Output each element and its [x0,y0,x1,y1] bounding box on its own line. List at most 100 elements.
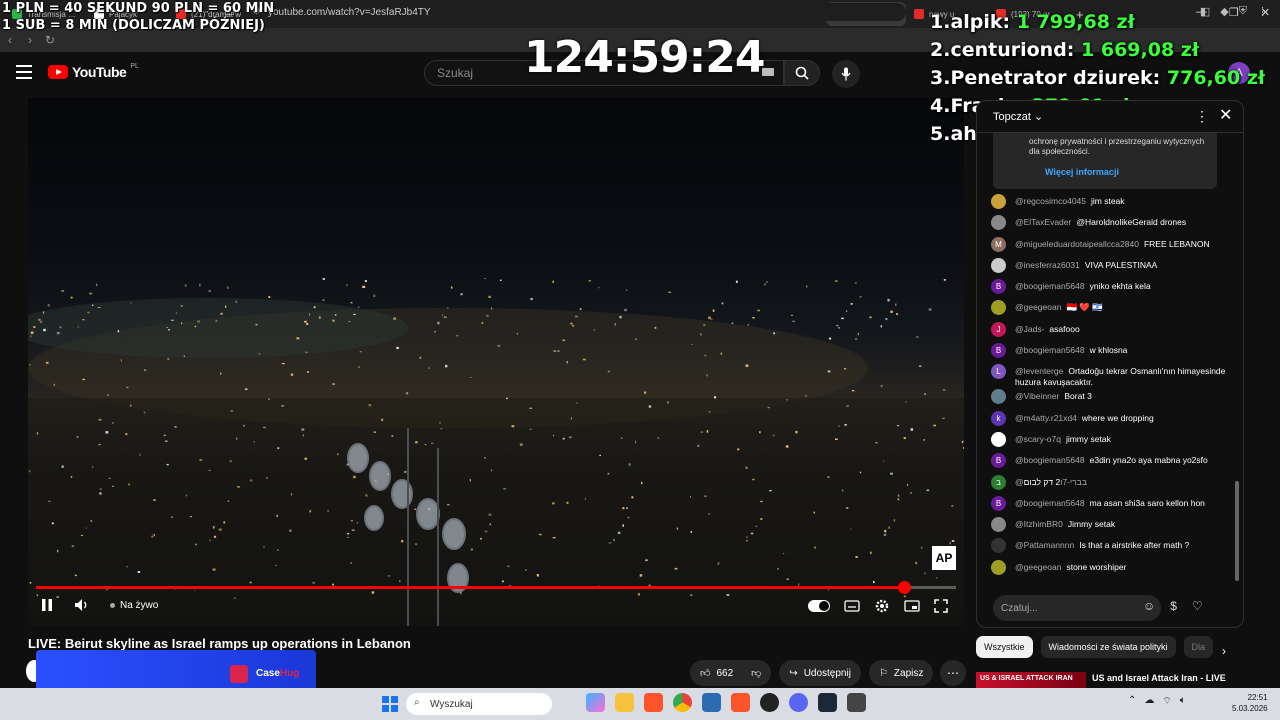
chat-author-avatar[interactable]: B [991,343,1006,359]
chat-author[interactable]: @ItzhimBR0 [1015,519,1063,529]
video-player[interactable]: AP Na żywo [28,98,964,626]
steam-icon[interactable] [818,693,837,712]
settings-gear-icon[interactable] [874,598,890,614]
speaker-icon[interactable]: 🔈︎ [1180,695,1186,708]
chat-message[interactable]: ב @בברי-7ו2 דק לבום [991,474,1231,495]
chat-author-avatar[interactable] [991,559,1006,575]
chat-author-avatar[interactable]: B [991,495,1006,511]
chat-author-avatar[interactable]: B [991,453,1006,469]
youtube-logo[interactable]: YouTube PL [48,63,139,80]
chat-author-avatar[interactable] [991,194,1006,209]
chat-author[interactable]: @scary-o7q [1015,434,1061,444]
thumbs-down-icon[interactable]: 👎︎ [751,667,761,679]
chat-message[interactable]: @geegeoan stone worshiper [991,559,1231,580]
chat-message[interactable]: @geegeoan 🇮🇩 ❤️ 🇮🇱 [991,299,1231,320]
chat-author-avatar[interactable]: B [991,279,1006,295]
volume-icon[interactable] [74,598,90,612]
chat-message[interactable]: J @Jads-asafooo [991,321,1231,342]
hamburger-menu-icon[interactable] [16,65,32,79]
chat-author-avatar[interactable] [991,300,1006,316]
voice-search-button[interactable] [832,60,860,88]
chat-author[interactable]: @boogieman5648 [1015,345,1085,355]
chat-author-avatar[interactable] [991,389,1006,405]
chat-author[interactable]: @regcosimco4045 [1015,196,1086,206]
more-options-icon[interactable]: ⋮ [1195,108,1209,125]
chevron-up-icon[interactable]: ⌃ [1128,695,1136,708]
brave-browser-icon[interactable] [731,693,750,712]
chat-author[interactable]: @boogieman5648 [1015,455,1085,465]
chat-author[interactable]: @ElTaxEvader [1015,217,1071,227]
chat-input[interactable]: Czatuj... [993,595,1161,621]
filter-chip[interactable]: Wiadomości ze świata polityki [1040,636,1176,658]
chat-message[interactable]: @regcosimco4045 jim steak [991,193,1231,214]
live-indicator[interactable]: Na żywo [110,600,158,611]
super-chat-icon[interactable]: $ [1170,599,1177,613]
recommendation-thumbnail[interactable]: US & ISRAEL ATTACK IRAN [976,672,1086,688]
autoplay-toggle[interactable] [808,600,830,612]
chat-message[interactable]: B @boogieman5648 ma asan shi3a saro kellon… [991,495,1231,516]
subtitles-icon[interactable] [844,600,860,612]
emoji-icon[interactable]: ☺ [1143,599,1155,613]
windows-start-icon[interactable] [382,696,398,712]
more-actions-button[interactable]: ⋯ [940,660,966,686]
chat-author-avatar[interactable] [991,215,1006,231]
search-button[interactable] [784,60,820,86]
chat-scrollbar[interactable] [1235,481,1239,581]
cloud-icon[interactable]: ☁ [1144,695,1154,708]
chat-message[interactable]: @scary-o7q jimmy setak [991,431,1231,452]
chevron-right-icon[interactable]: › [1222,644,1226,658]
chat-message[interactable]: @Vibeinner Borat 3 [991,388,1231,409]
chat-author-avatar[interactable]: L [991,364,1006,380]
back-icon[interactable]: ‹ [0,33,20,47]
chat-author[interactable]: @migueleduardotaipeallcca2840 [1015,239,1139,249]
save-button[interactable]: ⚐ Zapisz [868,660,934,686]
store-icon[interactable] [702,693,721,712]
chat-author[interactable]: @leventerge [1015,366,1063,376]
share-button[interactable]: ↪ Udostępnij [779,660,861,686]
chat-author-avatar[interactable] [991,431,1006,447]
chat-author[interactable]: @boogieman5648 [1015,281,1085,291]
chat-author[interactable]: @geegeoan [1015,302,1061,312]
obs-icon[interactable] [760,693,779,712]
chat-author-avatar[interactable]: ב [991,474,1006,490]
fullscreen-icon[interactable] [934,599,948,613]
forward-icon[interactable]: › [20,33,40,47]
filter-chip[interactable]: Wszystkie [976,636,1033,658]
progress-handle[interactable] [897,581,911,594]
chat-message[interactable]: B @boogieman5648 yniko ekhta kela [991,278,1231,299]
more-info-link[interactable]: Więcej informacji [1045,167,1119,177]
discord-icon[interactable] [789,693,808,712]
miniplayer-icon[interactable] [904,600,920,612]
close-icon[interactable]: ✕ [1219,105,1232,125]
chat-author-avatar[interactable] [991,538,1006,554]
filter-chip[interactable]: Dla [1183,636,1214,658]
chat-author[interactable]: @geegeoan [1015,562,1061,572]
chat-author[interactable]: @Vibeinner [1015,391,1059,401]
chat-message[interactable]: M @migueleduardotaipeallcca2840 FREE LEBAN… [991,236,1231,257]
chat-author-avatar[interactable]: k [991,410,1006,426]
chat-message[interactable]: @ElTaxEvader @HaroldnolikeGerald drones [991,214,1231,235]
chat-message[interactable]: B @boogieman5648 e3din yna2o aya mabna yo2… [991,452,1231,473]
chat-message[interactable]: L @leventerge Ortadoğu tekrar Osmanlı'nın … [991,363,1231,388]
chat-author[interactable]: @Jads- [1015,324,1044,334]
file-explorer-icon[interactable] [615,693,634,712]
chat-author[interactable]: @Pattamannnn [1015,540,1074,550]
chat-message[interactable]: @inesferraz6031 VIVA PALESTINAA [991,257,1231,278]
chrome-icon[interactable] [673,693,692,712]
chat-author[interactable]: @inesferraz6031 [1015,260,1080,270]
heart-icon[interactable]: ♡ [1192,599,1203,613]
chat-author-avatar[interactable] [991,517,1006,533]
copilot-icon[interactable] [586,693,605,712]
chat-message[interactable]: B @boogieman5648 w khlosna [991,342,1231,363]
chat-author[interactable]: @m4atty.r21xd4 [1015,413,1077,423]
reload-icon[interactable]: ↻ [40,33,60,47]
brave-icon[interactable] [644,693,663,712]
chat-author-avatar[interactable] [991,257,1006,273]
chat-author-avatar[interactable]: J [991,321,1006,337]
taskbar-clock[interactable]: 22:51 5.03.2026 [1232,692,1268,714]
pause-icon[interactable] [40,598,54,612]
chat-message[interactable]: @ItzhimBR0 Jimmy setak [991,516,1231,537]
url-field[interactable]: ⚙ youtube.com/watch?v=JesfaRJb4TY [246,3,906,21]
taskbar-search-input[interactable]: ⌕ Wyszukaj [406,693,552,715]
chat-author[interactable]: @boogieman5648 [1015,498,1085,508]
